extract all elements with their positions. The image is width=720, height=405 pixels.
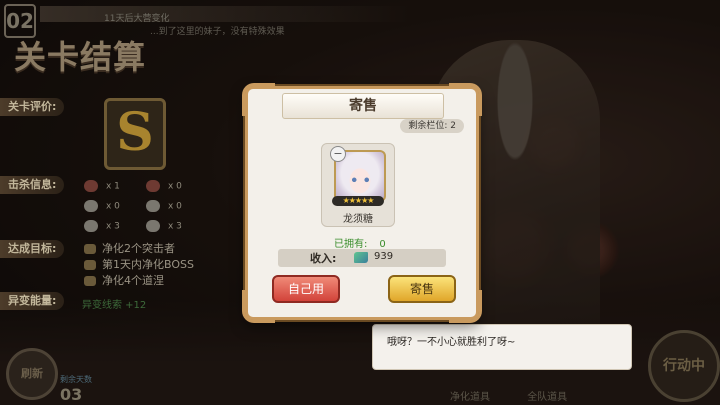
red-demon-icon [84,180,98,192]
dialog-title-bar: 寄售 [282,93,444,119]
remaining-slots: 剩余栏位: 2 [400,119,464,133]
goal-item: 第1天内净化BOSS [84,256,194,272]
refresh-button[interactable]: 刷新 [6,348,58,400]
kill-entry: x 0 [84,200,120,212]
kill-entry: x 0 [146,180,182,192]
top-info-strip: 11天后大营变化 [40,6,410,24]
red-demon-icon [146,180,160,192]
item-card[interactable]: − ★★★★★ 龙须糖 [321,143,395,227]
goal-label: 达成目标: [0,240,65,258]
kill-entry: x 3 [146,220,182,232]
top-info-text: ...到了这里的妹子，没有特殊效果 [150,27,285,37]
goal-check-icon [84,276,96,286]
team-items-button[interactable]: 全队道具 [527,392,567,403]
white-blob-icon [84,200,98,212]
self-use-button[interactable]: 自己用 [272,275,340,303]
energy-label: 异变能量: [0,292,65,310]
white-blob-icon [146,220,160,232]
dialogue-text: 哦呀？一不小心就胜利了呀~ [387,337,516,348]
goal-check-icon [84,260,96,270]
kill-entry: x 3 [84,220,120,232]
dialogue-box[interactable]: 哦呀？一不小心就胜利了呀~ [372,324,632,370]
white-blob-icon [84,220,98,232]
goal-item: 净化4个道涅 [84,272,164,288]
sell-button[interactable]: 寄售 [388,275,456,303]
kill-entry: x 1 [84,180,120,192]
action-button[interactable]: 行动中 [648,330,720,402]
minus-icon[interactable]: − [330,146,346,162]
frame-corner [242,290,275,323]
star-rating: ★★★★★ [332,196,384,206]
item-name: 龙须糖 [343,214,373,225]
item-portrait: − [330,146,386,202]
income-label: 收入: [310,252,337,265]
frame-corner [449,83,482,116]
income-value: 939 [374,251,394,262]
dialog-title: 寄售 [349,98,377,114]
settlement-title: 关卡结算 [14,38,147,76]
rating-label: 关卡评价: [0,98,65,116]
white-blob-icon [146,200,160,212]
purify-items-button[interactable]: 净化道具 [450,392,490,403]
goal-check-icon [84,244,96,254]
remaining-days: 剩余天数 03 [60,375,92,404]
kill-info-label: 击杀信息: [0,176,65,194]
game-screen: 02 11天后大营变化 ...到了这里的妹子，没有特殊效果 关卡结算 关卡评价:… [0,0,720,405]
rating-grade-badge: S [104,98,166,170]
energy-value: 异变线索 +12 [82,300,147,311]
bottom-toolbar: 净化道具 全队道具 [450,388,601,403]
income-row: 收入: 939 [278,249,446,267]
kill-entry: x 0 [146,200,182,212]
frame-corner [242,83,275,116]
gem-icon [354,252,368,263]
consignment-dialog: 寄售 剩余栏位: 2 − ★★★★★ 龙须糖 已拥有: 0 收入: 939 自己用… [242,83,482,323]
owned-count: 已拥有: 0 [334,239,386,250]
goal-item: 净化2个突击者 [84,240,175,256]
